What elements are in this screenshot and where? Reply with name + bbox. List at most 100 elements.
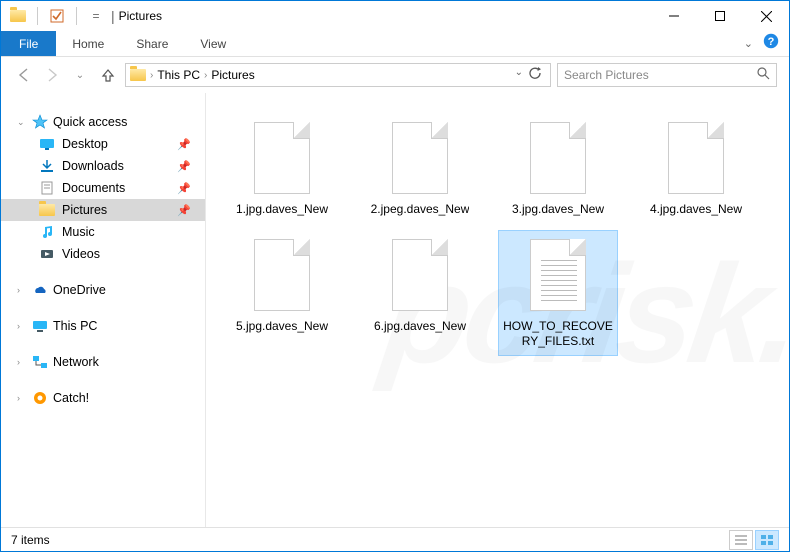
qat-properties-icon[interactable] <box>46 5 68 27</box>
sidebar-item-onedrive[interactable]: › OneDrive <box>1 279 205 301</box>
chevron-right-icon: › <box>150 70 153 81</box>
address-dropdown-icon[interactable]: ⌄ <box>515 67 523 83</box>
file-item[interactable]: 5.jpg.daves_New <box>222 230 342 356</box>
sidebar-item-label: Documents <box>62 181 125 195</box>
status-bar: 7 items <box>1 527 789 551</box>
documents-icon <box>39 180 55 196</box>
address-folder-icon <box>130 67 146 83</box>
sidebar-item-videos[interactable]: Videos <box>1 243 205 265</box>
desktop-icon <box>39 136 55 152</box>
view-details-button[interactable] <box>729 530 753 550</box>
recent-dropdown-icon[interactable]: ⌄ <box>69 64 91 86</box>
explorer-app-icon[interactable] <box>7 5 29 27</box>
sidebar-item-catch-[interactable]: › Catch! <box>1 387 205 409</box>
search-placeholder: Search Pictures <box>564 68 649 82</box>
file-item[interactable]: 6.jpg.daves_New <box>360 230 480 356</box>
expand-icon: › <box>17 393 27 403</box>
back-button[interactable] <box>13 64 35 86</box>
ribbon-tab-home[interactable]: Home <box>56 31 120 56</box>
sidebar-item-label: Desktop <box>62 137 108 151</box>
sidebar-item-music[interactable]: Music <box>1 221 205 243</box>
up-button[interactable] <box>97 64 119 86</box>
pin-icon: 📌 <box>177 160 191 173</box>
file-name: 6.jpg.daves_New <box>374 319 466 334</box>
chevron-right-icon: › <box>204 70 207 81</box>
forward-button[interactable] <box>41 64 63 86</box>
sidebar-item-label: Videos <box>62 247 100 261</box>
blank-file-icon <box>388 237 452 313</box>
file-pane[interactable]: pcrisk.com 1.jpg.daves_New2.jpeg.daves_N… <box>206 93 789 527</box>
sidebar-item-label: Pictures <box>62 203 107 217</box>
sidebar-item-label: Catch! <box>53 391 89 405</box>
address-bar[interactable]: › This PC › Pictures ⌄ <box>125 63 551 87</box>
search-input[interactable]: Search Pictures <box>557 63 777 87</box>
sidebar-item-label: Downloads <box>62 159 124 173</box>
qat-dropdown-icon[interactable]: = <box>85 5 107 27</box>
expand-icon: › <box>17 357 27 367</box>
this-pc-icon <box>32 318 48 334</box>
expand-icon: › <box>17 321 27 331</box>
ribbon-tab-view[interactable]: View <box>184 31 242 56</box>
onedrive-icon <box>32 282 48 298</box>
close-button[interactable] <box>743 1 789 31</box>
navigation-pane[interactable]: ⌄ Quick access Desktop📌Downloads📌Documen… <box>1 93 206 527</box>
file-item[interactable]: 3.jpg.daves_New <box>498 113 618 224</box>
sidebar-item-label: This PC <box>53 319 97 333</box>
file-name: HOW_TO_RECOVERY_FILES.txt <box>501 319 615 349</box>
minimize-button[interactable] <box>651 1 697 31</box>
catch--icon <box>32 390 48 406</box>
blank-file-icon <box>526 120 590 196</box>
text-file-icon <box>526 237 590 313</box>
file-name: 5.jpg.daves_New <box>236 319 328 334</box>
sidebar-item-downloads[interactable]: Downloads 📌 <box>1 155 205 177</box>
music-icon <box>39 224 55 240</box>
sidebar-item-label: Network <box>53 355 99 369</box>
window-title: Pictures <box>119 9 162 23</box>
network-icon <box>32 354 48 370</box>
svg-text:?: ? <box>768 36 775 48</box>
body: ⌄ Quick access Desktop📌Downloads📌Documen… <box>1 93 789 527</box>
blank-file-icon <box>388 120 452 196</box>
status-item-count: 7 items <box>11 533 50 547</box>
title-bar: = | Pictures <box>1 1 789 31</box>
refresh-icon[interactable] <box>529 67 542 83</box>
pin-icon: 📌 <box>177 204 191 217</box>
file-item[interactable]: 4.jpg.daves_New <box>636 113 756 224</box>
ribbon: File Home Share View ⌄ ? <box>1 31 789 57</box>
pin-icon: 📌 <box>177 138 191 151</box>
ribbon-expand-icon[interactable]: ⌄ <box>744 37 753 50</box>
sidebar-item-pictures[interactable]: Pictures 📌 <box>1 199 205 221</box>
file-item[interactable]: 2.jpeg.daves_New <box>360 113 480 224</box>
pictures-icon <box>39 202 55 218</box>
sidebar-item-label: Music <box>62 225 95 239</box>
collapse-icon: ⌄ <box>17 117 27 128</box>
explorer-window: = | Pictures File Home Share View ⌄ ? <box>1 1 789 551</box>
file-item[interactable]: 1.jpg.daves_New <box>222 113 342 224</box>
sidebar-item-label: OneDrive <box>53 283 106 297</box>
sidebar-item-desktop[interactable]: Desktop 📌 <box>1 133 205 155</box>
ribbon-tab-share[interactable]: Share <box>120 31 184 56</box>
sidebar-item-this-pc[interactable]: › This PC <box>1 315 205 337</box>
sidebar-item-documents[interactable]: Documents 📌 <box>1 177 205 199</box>
search-icon <box>757 67 770 83</box>
navigation-bar: ⌄ › This PC › Pictures ⌄ Search Pictures <box>1 57 789 93</box>
breadcrumb-this-pc[interactable]: This PC <box>157 68 200 82</box>
ribbon-file-tab[interactable]: File <box>1 31 56 56</box>
maximize-button[interactable] <box>697 1 743 31</box>
videos-icon <box>39 246 55 262</box>
view-large-icons-button[interactable] <box>755 530 779 550</box>
downloads-icon <box>39 158 55 174</box>
blank-file-icon <box>250 237 314 313</box>
file-name: 4.jpg.daves_New <box>650 202 742 217</box>
pin-icon: 📌 <box>177 182 191 195</box>
expand-icon: › <box>17 285 27 295</box>
sidebar-quick-access[interactable]: ⌄ Quick access <box>1 111 205 133</box>
file-name: 2.jpeg.daves_New <box>371 202 470 217</box>
file-item[interactable]: HOW_TO_RECOVERY_FILES.txt <box>498 230 618 356</box>
file-name: 1.jpg.daves_New <box>236 202 328 217</box>
sidebar-item-label: Quick access <box>53 115 127 129</box>
breadcrumb-pictures[interactable]: Pictures <box>211 68 254 82</box>
sidebar-item-network[interactable]: › Network <box>1 351 205 373</box>
help-icon[interactable]: ? <box>763 33 779 54</box>
quick-access-icon <box>32 114 48 130</box>
